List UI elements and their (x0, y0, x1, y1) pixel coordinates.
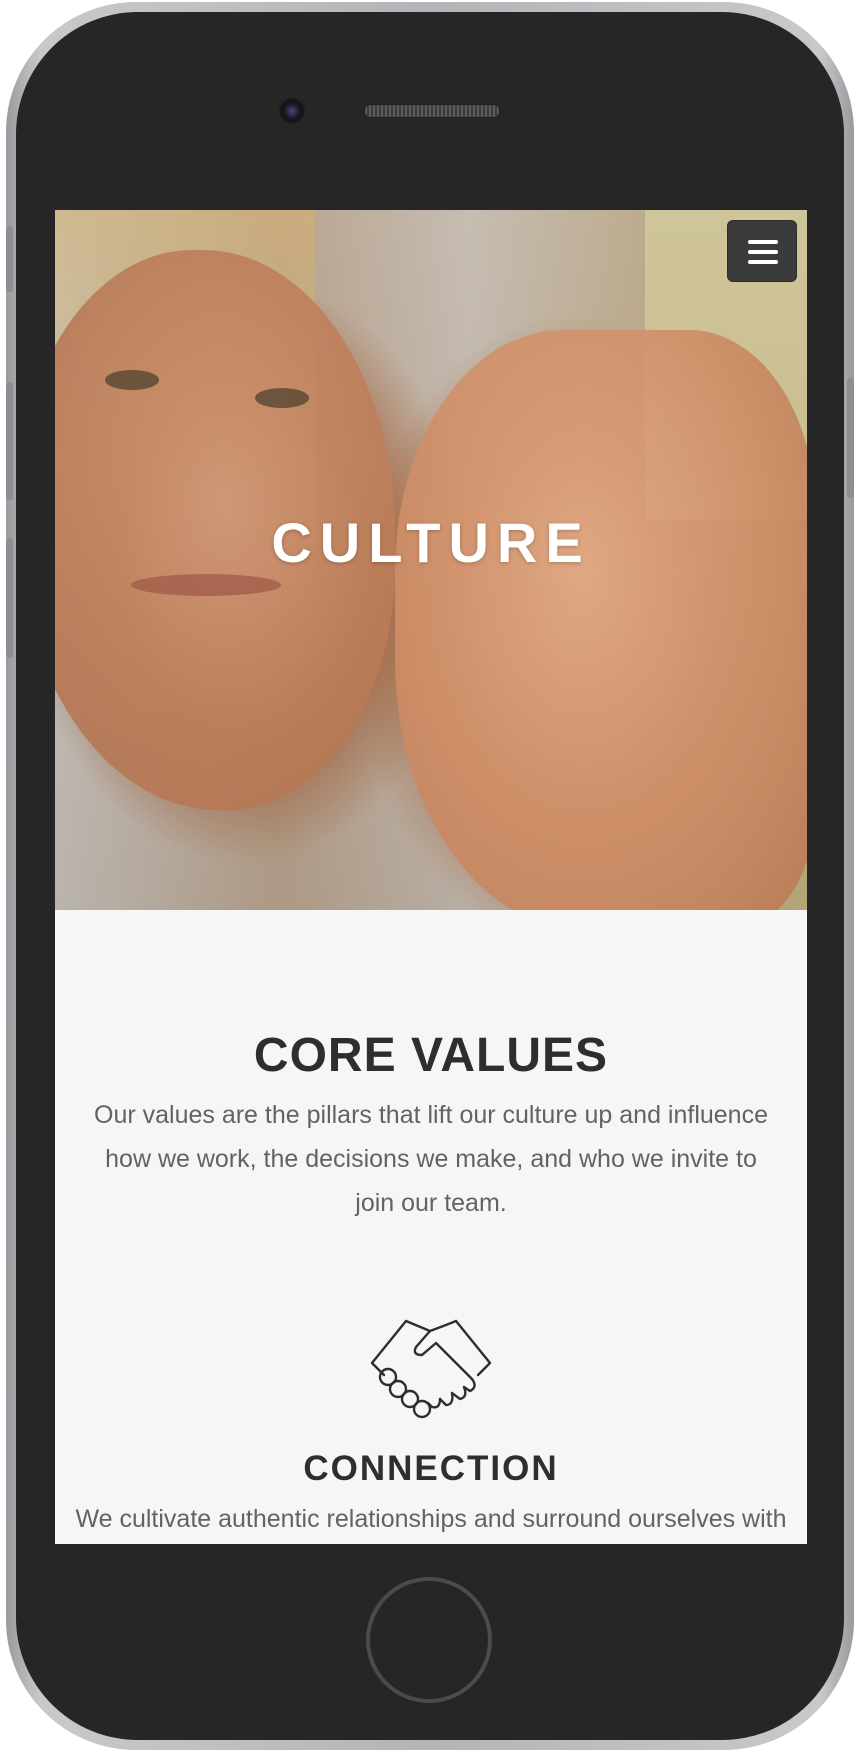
hamburger-menu-icon (748, 240, 778, 244)
hero-photo-eye (105, 370, 159, 390)
volume-up-button (6, 382, 13, 500)
phone-screen: CULTURE CORE VALUES Our values are the p… (55, 210, 807, 1544)
section-title: CORE VALUES (253, 1029, 609, 1082)
handshake-icon (370, 1319, 492, 1419)
hamburger-menu-icon (748, 250, 778, 254)
front-camera (279, 98, 305, 124)
earpiece-speaker (364, 104, 500, 118)
value-item: CONNECTION We cultivate authentic relati… (55, 1317, 807, 1544)
power-button (847, 378, 854, 498)
value-title: CONNECTION (303, 1449, 559, 1488)
hero-photo-eye (255, 388, 309, 408)
hero-banner: CULTURE (55, 210, 807, 910)
core-values-section: CORE VALUES Our values are the pillars t… (55, 910, 807, 1544)
home-button[interactable] (366, 1577, 492, 1703)
value-description: We cultivate authentic relationships and… (75, 1505, 787, 1533)
hero-photo-hand (395, 330, 807, 910)
hero-photo-lips (131, 574, 281, 596)
volume-down-button (6, 538, 13, 658)
menu-button[interactable] (727, 220, 797, 282)
mute-switch (6, 226, 13, 292)
section-description: Our values are the pillars that lift our… (94, 1101, 768, 1217)
hero-title: CULTURE (271, 511, 591, 574)
hamburger-menu-icon (748, 260, 778, 264)
